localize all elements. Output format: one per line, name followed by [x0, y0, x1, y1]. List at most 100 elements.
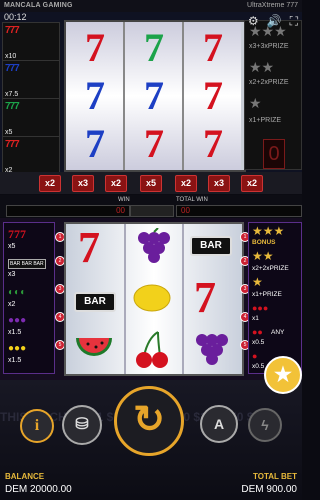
right-paytable: ★★★ BONUS ★★ x2+2xPRIZE ★ x1+PRIZE ●●● x…: [248, 222, 302, 374]
multiplier-badge: x2: [175, 175, 197, 192]
star-icon: ★: [252, 275, 263, 289]
balance-value: DEM 20000.00: [5, 484, 72, 495]
star-icon: ★: [249, 95, 262, 111]
seven-icon: 7: [144, 25, 164, 70]
upper-bonus-table: ★★★ x3+3xPRIZE ★★ x2+2xPRIZE ★ x1+PRIZE …: [244, 20, 302, 170]
spin-button[interactable]: ↻: [114, 386, 184, 456]
cherry-icon: ●: [252, 351, 258, 361]
pay-symbols: 777: [5, 63, 20, 74]
autoplay-icon: A: [213, 416, 225, 432]
upper-pay-row: 777 x5: [2, 98, 60, 138]
upper-reel: 7 7 7: [66, 22, 125, 170]
seven-icon: 7: [194, 273, 216, 322]
spin-icon: ↻: [133, 399, 165, 441]
grapes-icon: [196, 334, 228, 365]
any-label: ANY: [271, 329, 285, 336]
pay-multiplier: x7.5: [5, 91, 19, 98]
lemon-icon: [133, 284, 171, 312]
reel-separator: [124, 224, 126, 374]
multiplier-strip: x2 x3 x2 x5 x2 x3 x2: [0, 172, 302, 194]
turbo-button[interactable]: ϟ: [248, 408, 282, 442]
bet-coins-button[interactable]: ⛁: [62, 405, 102, 445]
bonus-label: x1: [252, 315, 259, 322]
lemon-icon: ●●●: [8, 343, 27, 354]
multiplier-badge: x2: [39, 175, 61, 192]
brand-label: MANCALA GAMING: [4, 2, 73, 9]
seven-icon: 7: [203, 25, 223, 70]
star-icon: ★: [274, 364, 292, 386]
upper-pay-row: 777 x2: [2, 136, 60, 176]
upper-reel: 7 7 7: [125, 22, 184, 170]
favorite-star-button[interactable]: ★: [264, 356, 302, 394]
win-bar: WIN TOTAL WIN 00 00: [0, 195, 302, 217]
multiplier-badge: x2: [241, 175, 263, 192]
cherries-icon: [136, 331, 168, 368]
win-divider: [130, 205, 174, 217]
bonus-label: x3+3xPRIZE: [249, 43, 289, 50]
grapes-icon: [138, 228, 170, 263]
info-icon: i: [34, 417, 40, 434]
bonus-label: x2+2xPRIZE: [249, 79, 289, 86]
total-win-label: TOTAL WIN: [176, 197, 208, 203]
upper-reels: 7 7 7 7 7 7 7 7 7: [64, 20, 246, 172]
bonus-label: x1+PRIZE: [252, 291, 282, 298]
seven-icon: 7: [85, 121, 105, 166]
bonus-label: BONUS: [252, 239, 276, 246]
total-win-value: 00: [176, 205, 302, 217]
seven-icon: 7: [85, 73, 105, 118]
multiplier-badge: x5: [140, 175, 162, 192]
pay-symbols: 777: [5, 25, 20, 36]
main-machine: 777 x5 BAR BAR BAR x3 ◐◐◐ x2 ●●● x1.5 ●●…: [0, 218, 302, 380]
bar-icon: BAR BAR BAR: [8, 259, 46, 269]
seven-icon: 7: [78, 223, 100, 272]
win-label: WIN: [118, 197, 130, 203]
pay-symbols: 777: [5, 101, 20, 112]
seven-icon: 7: [85, 25, 105, 70]
lightning-icon: ϟ: [261, 417, 269, 433]
pay-multiplier: x10: [5, 53, 17, 60]
star-icon: ★★: [249, 59, 275, 75]
speaker-icon[interactable]: 🔊: [267, 14, 282, 29]
seven-icon: 7: [203, 121, 223, 166]
seven-icon: 7: [203, 73, 223, 118]
pay-multiplier: x1.5: [8, 357, 22, 364]
bonus-counter: 0: [263, 139, 285, 169]
pay-multiplier: x1.5: [8, 329, 22, 336]
fullscreen-icon[interactable]: ⛶: [290, 14, 298, 29]
clock: 00:12: [4, 12, 27, 22]
multiplier-badge: x2: [105, 175, 127, 192]
game-name: UltraXtreme 777: [247, 2, 298, 9]
upper-pay-row: 777 x10: [2, 22, 60, 62]
seven-icon: 7: [144, 73, 164, 118]
bar-icon: BAR: [74, 292, 116, 312]
upper-reel: 7 7 7: [184, 22, 241, 170]
bonus-label: x0.5: [252, 363, 265, 370]
balance-label: BALANCE: [5, 472, 45, 481]
pay-multiplier: x5: [5, 129, 13, 136]
seven-icon: 777: [8, 227, 26, 241]
reel-separator: [182, 224, 184, 374]
fruit-icon: ●●●: [252, 303, 269, 313]
seven-icon: 7: [144, 121, 164, 166]
multiplier-badge: x3: [208, 175, 230, 192]
watermelon-icon: ◐◐◐: [8, 287, 27, 298]
win-value: 00: [6, 205, 130, 217]
bar-icon: BAR: [190, 236, 232, 256]
info-button[interactable]: i: [20, 409, 54, 443]
pay-symbols: 777: [5, 139, 20, 150]
top-bar: MANCALA GAMING UltraXtreme 777: [0, 0, 302, 12]
autoplay-button[interactable]: A: [200, 405, 238, 443]
cherry-icon: ●●: [252, 327, 263, 337]
star-icon: ★★★: [252, 224, 285, 238]
pay-multiplier: x5: [8, 243, 16, 250]
star-icon: ★★: [252, 249, 274, 263]
pay-multiplier: x2: [8, 301, 16, 308]
bonus-label: x0.5: [252, 339, 265, 346]
gear-icon[interactable]: ⚙: [248, 14, 259, 29]
upper-bonus-machine: 777 x10 777 x7.5 777 x5 777 x2 7 7 7 7 7…: [0, 12, 302, 176]
total-bet-label: TOTAL BET: [253, 472, 297, 481]
coins-icon: ⛁: [75, 416, 89, 433]
total-bet-value[interactable]: DEM 900.00: [241, 484, 297, 495]
bonus-label: x1+PRIZE: [249, 117, 282, 124]
bonus-label: x2+2xPRIZE: [252, 265, 289, 272]
